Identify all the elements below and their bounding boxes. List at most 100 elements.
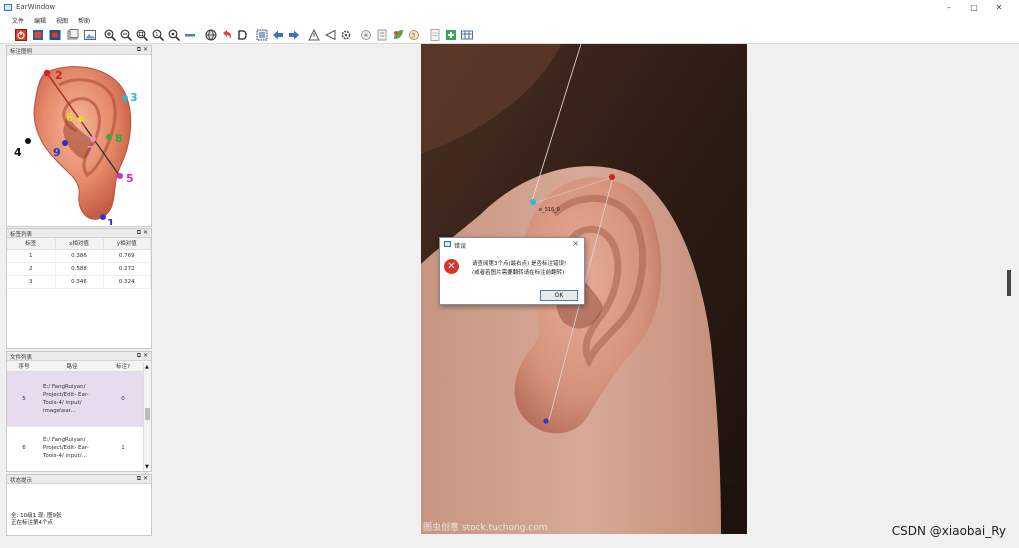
toolbar: 1 3 — [0, 25, 1019, 44]
title-bar: EarWindow – □ ✕ — [0, 0, 1019, 15]
zoom-actual-icon[interactable]: 1 — [151, 28, 164, 41]
table-row[interactable]: 3 0.346 0.324 — [7, 275, 151, 289]
dialog-message-line2: (或者若图片需要翻转请在标注前翻转) — [472, 270, 565, 276]
maximize-button[interactable]: □ — [965, 2, 983, 13]
dock-buttons[interactable]: ⧉ ✕ — [137, 352, 148, 360]
label-panel-title: 标签列表 — [10, 232, 33, 238]
file-list-panel: 文件列表 ⧉ ✕ 序号 路径 标注? 5 E:/ FangRuiyan/ Pro… — [6, 351, 152, 472]
dock-buttons[interactable]: ⧉ ✕ — [137, 475, 148, 483]
select-box-icon[interactable] — [255, 28, 268, 41]
zoom-reset-icon[interactable] — [167, 28, 180, 41]
menu-bar: 文件 编辑 视图 帮助 — [0, 15, 1019, 25]
path-col-header[interactable]: 路径 — [41, 361, 103, 372]
legend-point-1 — [100, 214, 106, 220]
minimize-button[interactable]: – — [940, 2, 958, 13]
gear-icon[interactable] — [339, 28, 352, 41]
scroll-down-icon[interactable]: ▼ — [145, 464, 149, 470]
ear-window: EarWindow – □ ✕ 文件 编辑 视图 帮助 1 3 标注图例 ⧉ ✕… — [0, 0, 1019, 548]
annotation-point-3[interactable] — [530, 199, 536, 205]
zoom-in-icon[interactable] — [103, 28, 116, 41]
legend-point-6 — [78, 116, 84, 122]
ok-button[interactable]: OK — [540, 290, 578, 301]
annotation-point-2[interactable] — [609, 174, 615, 180]
legend-point-2 — [43, 69, 51, 77]
csdn-watermark: CSDN @xiaobai_Ry — [891, 524, 1006, 538]
label-table: 标签 x相对值 y相对值 1 0.386 0.769 2 0.588 0.272… — [7, 238, 151, 289]
legend-label-1: 1 — [107, 217, 115, 225]
legend-panel: 标注图例 ⧉ ✕ 1 2 3 4 5 6 7 8 9 — [6, 45, 152, 230]
annotation-point-1[interactable] — [543, 418, 549, 424]
close-button[interactable]: ✕ — [990, 2, 1008, 13]
back-triangle-icon[interactable] — [323, 28, 336, 41]
ear-legend-diagram: 1 2 3 4 5 6 7 8 9 — [14, 66, 138, 230]
side-handle[interactable] — [1007, 270, 1011, 296]
leaf-icon[interactable] — [391, 28, 404, 41]
table-row[interactable]: 6 E:/ FangRuiyan/ Project/Edit- Ear-Tool… — [7, 427, 143, 469]
table-row[interactable]: 5 E:/ FangRuiyan/ Project/Edit- Ear-Tool… — [7, 371, 143, 427]
warning-icon[interactable] — [307, 28, 320, 41]
menu-view[interactable]: 视图 — [56, 16, 68, 25]
y-col-header[interactable]: y相对值 — [103, 238, 151, 250]
label-list-panel: 标签列表 ⧉ ✕ 标签 x相对值 y相对值 1 0.386 0.769 2 0.… — [6, 228, 152, 349]
dialog-title: 错误 — [454, 243, 467, 250]
document-icon[interactable] — [428, 28, 441, 41]
status-line-progress: 正在标注第4个点 — [11, 520, 53, 526]
x-col-header[interactable]: x相对值 — [55, 238, 104, 250]
legend-label-6: 6 — [66, 111, 74, 124]
scroll-up-icon[interactable]: ▲ — [145, 364, 149, 370]
screen-icon[interactable] — [48, 28, 61, 41]
minus-icon[interactable] — [183, 28, 196, 41]
dialog-message-line1: 请查阅第3个点(最右点) 是否标注错误! — [472, 261, 567, 267]
point-coordinate-label: e_316_0 — [539, 207, 560, 213]
menu-edit[interactable]: 编辑 — [34, 16, 46, 25]
book-icon[interactable] — [31, 28, 44, 41]
legend-point-4 — [25, 138, 31, 144]
tag-icon[interactable] — [375, 28, 388, 41]
dock-buttons[interactable]: ⧉ ✕ — [137, 46, 148, 54]
legend-point-9 — [62, 140, 68, 146]
add-icon[interactable] — [444, 28, 457, 41]
table-row[interactable]: 2 0.588 0.272 — [7, 262, 151, 276]
legend-point-5 — [117, 173, 123, 179]
legend-panel-title: 标注图例 — [10, 49, 33, 55]
globe-icon[interactable] — [204, 28, 217, 41]
menu-help[interactable]: 帮助 — [78, 16, 90, 25]
settings-icon[interactable] — [359, 28, 372, 41]
file-list-scrollbar[interactable]: ▲ ▼ — [143, 362, 151, 471]
svg-text:1: 1 — [155, 32, 158, 38]
arrow-right-icon[interactable] — [287, 28, 300, 41]
status-panel: 状态提示 ⧉ ✕ 全: 10级1 现: 图9张 正在标注第4个点 — [6, 474, 152, 536]
undo-icon[interactable] — [220, 28, 233, 41]
zoom-fit-icon[interactable] — [135, 28, 148, 41]
page-icon[interactable] — [66, 28, 79, 41]
dialog-message: 请查阅第3个点(最右点) 是否标注错误! (或者若图片需要翻转请在标注前翻转) — [472, 260, 566, 278]
legend-label-5: 5 — [126, 172, 134, 185]
legend-point-7 — [90, 136, 96, 142]
photo-credit: 图虫创意 stock.tuchong.com — [423, 523, 548, 533]
legend-label-3: 3 — [130, 91, 138, 104]
app-icon — [4, 4, 12, 11]
table-icon[interactable] — [460, 28, 473, 41]
error-icon: ✕ — [444, 259, 459, 274]
error-dialog: 错误 × ✕ 请查阅第3个点(最右点) 是否标注错误! (或者若图片需要翻转请在… — [439, 237, 585, 305]
flag-col-header[interactable]: 标注? — [103, 361, 143, 372]
dialog-close-button[interactable]: × — [572, 239, 579, 248]
svg-text:3: 3 — [411, 32, 415, 39]
zoom-out-icon[interactable] — [119, 28, 132, 41]
d-shape-icon[interactable] — [236, 28, 249, 41]
legend-label-8: 8 — [115, 132, 123, 145]
label-col-header[interactable]: 标签 — [7, 238, 56, 250]
brush-icon[interactable]: 3 — [407, 28, 420, 41]
dialog-app-icon — [444, 241, 451, 247]
table-row[interactable]: 1 0.386 0.769 — [7, 249, 151, 263]
scroll-thumb[interactable] — [145, 408, 150, 420]
image-icon[interactable] — [83, 28, 96, 41]
index-col-header[interactable]: 序号 — [7, 361, 41, 372]
arrow-left-icon[interactable] — [271, 28, 284, 41]
window-title: EarWindow — [16, 3, 56, 11]
legend-point-8 — [106, 134, 112, 140]
power-icon[interactable] — [14, 28, 27, 41]
legend-label-7: 7 — [87, 144, 95, 157]
menu-file[interactable]: 文件 — [12, 16, 24, 25]
dock-buttons[interactable]: ⧉ ✕ — [137, 229, 148, 237]
